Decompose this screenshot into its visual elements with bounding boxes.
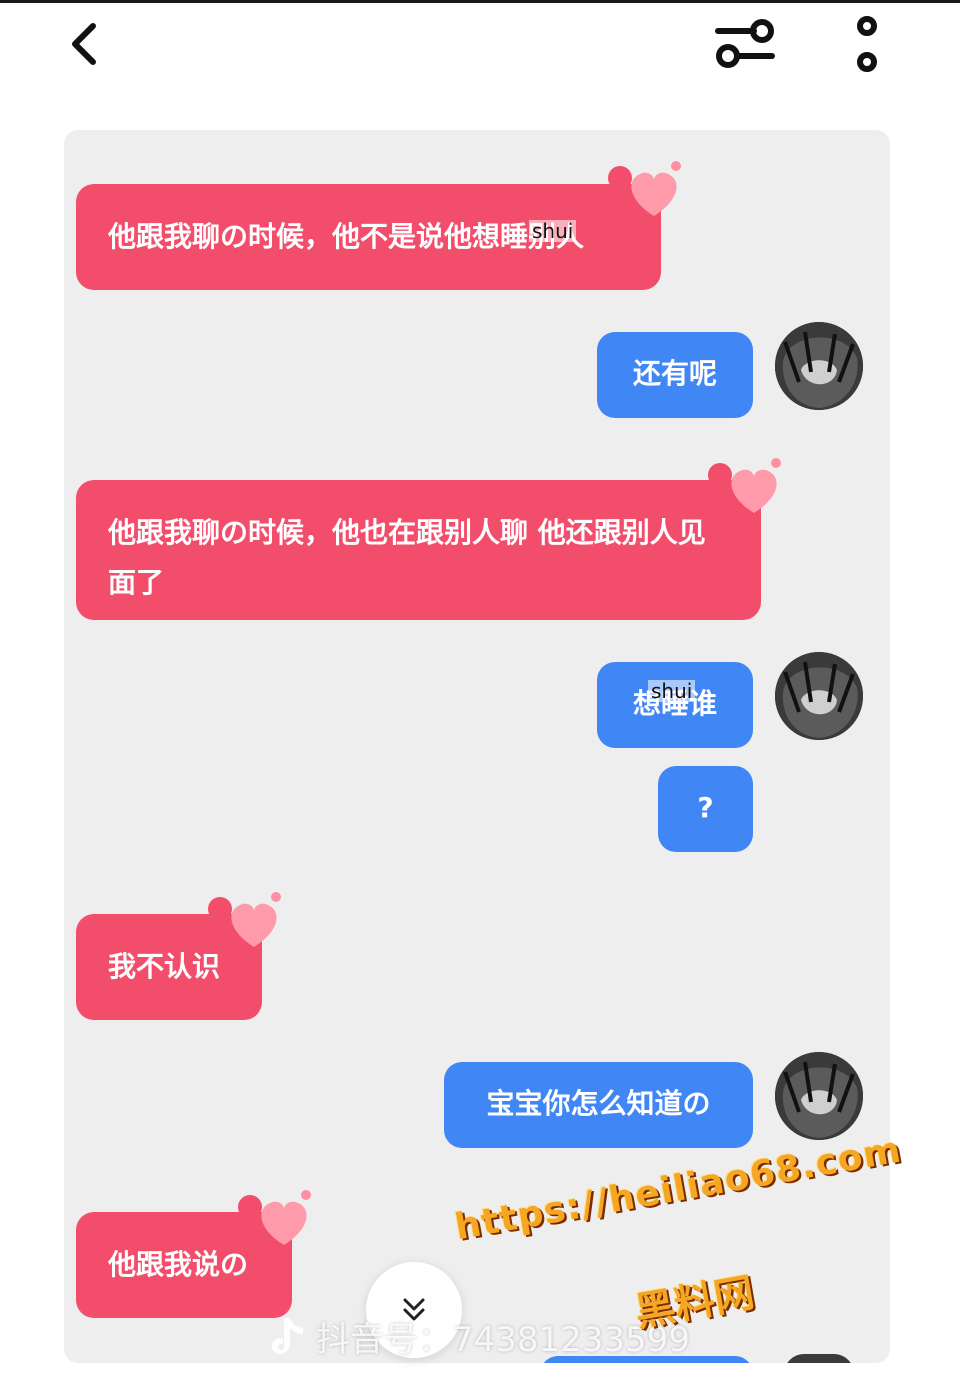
avatar[interactable]: [775, 322, 863, 410]
avatar-partial[interactable]: [784, 1354, 854, 1363]
douyin-logo-icon: [272, 1318, 303, 1354]
message-bubble-received[interactable]: 他跟我聊の时候，他也在跟别人聊 他还跟别人见面了: [76, 480, 761, 620]
message-overlay-note: shui: [529, 220, 577, 242]
sliders-icon: [715, 19, 775, 68]
message-overlay-note: shui: [648, 680, 696, 702]
message-text: 宝宝你怎么知道の: [486, 1087, 711, 1120]
message-bubble-sent[interactable]: 还有呢: [597, 332, 753, 418]
heart-icon: [238, 1190, 311, 1245]
heart-icon: [608, 161, 681, 216]
back-button[interactable]: [56, 16, 112, 72]
message-text: 还有呢: [632, 357, 717, 390]
message-text: 他跟我聊の时候，他也在跟别人聊 他还跟别人见面了: [108, 516, 706, 599]
avatar-image: [775, 652, 863, 740]
top-bar: [0, 0, 960, 110]
avatar-image: [775, 322, 863, 410]
message-text: ?: [697, 791, 714, 824]
message-text: 他跟我聊の时候，他不是说他想睡别人: [108, 220, 585, 253]
filter-button[interactable]: [710, 10, 780, 76]
heart-icon: [208, 892, 281, 947]
douyin-id: 抖音号：74381233599: [316, 1319, 690, 1360]
chevron-left-icon: [72, 23, 96, 65]
message-text: 他跟我说の: [108, 1248, 249, 1281]
message-bubble-sent[interactable]: ?: [658, 766, 753, 852]
avatar[interactable]: [775, 652, 863, 740]
message-bubble-sent[interactable]: 想睡谁: [597, 662, 753, 748]
heart-icon: [708, 458, 781, 513]
more-button[interactable]: [844, 12, 890, 76]
message-bubble-sent[interactable]: 宝宝你怎么知道の: [444, 1062, 753, 1148]
message-text: 我不认识: [108, 950, 221, 983]
more-vertical-icon: [857, 16, 877, 72]
douyin-watermark: 抖音号：74381233599: [270, 1310, 690, 1362]
avatar[interactable]: [775, 1052, 863, 1140]
avatar-image: [775, 1052, 863, 1140]
